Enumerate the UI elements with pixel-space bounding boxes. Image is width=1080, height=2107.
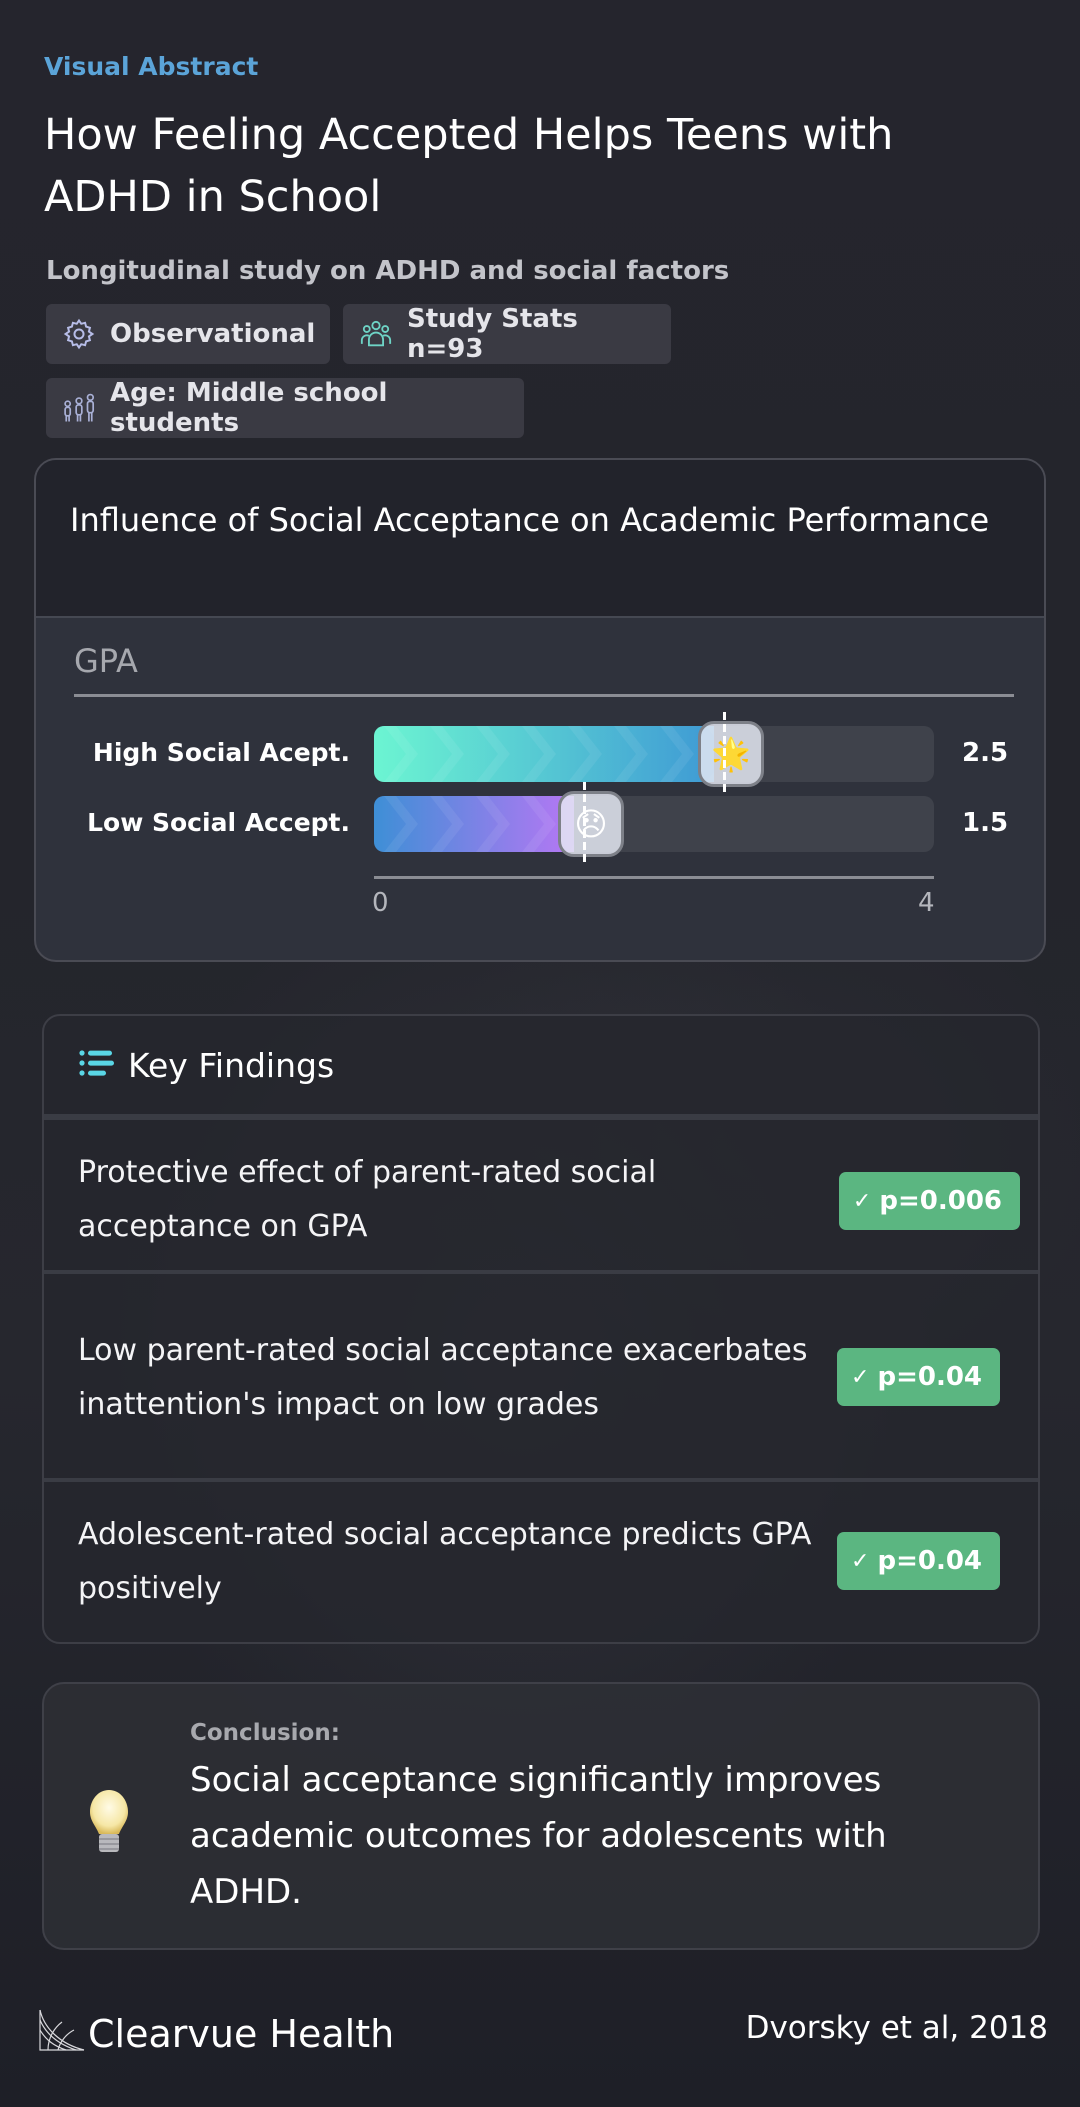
eyebrow-label: Visual Abstract [44, 52, 259, 81]
page-title: How Feeling Accepted Helps Teens with AD… [44, 110, 894, 222]
people-group-icon [359, 317, 393, 351]
metric-divider [74, 694, 1014, 697]
bar-track [374, 796, 934, 852]
check-icon: ✓ [851, 1364, 870, 1390]
p-value: p=0.006 [879, 1186, 1002, 1216]
chip-label: Age: Middle school students [110, 378, 388, 438]
gear-icon [62, 317, 96, 351]
finding-text: Adolescent-rated social acceptance predi… [78, 1517, 812, 1606]
value-marker-line [583, 782, 586, 866]
citation: Dvorsky et al, 2018 [745, 2010, 1048, 2046]
bar-category-label: High Social Acept. [92, 738, 350, 767]
bar-track [374, 726, 934, 782]
chip-label: Observational [110, 319, 316, 349]
chart-card-header: Influence of Social Acceptance on Academ… [36, 460, 1044, 618]
value-marker-line [723, 712, 726, 796]
x-tick-label: 0 [372, 888, 389, 918]
conclusion-text: Social acceptance significantly improves… [190, 1760, 887, 1912]
finding-text: Protective effect of parent-rated social… [78, 1155, 657, 1244]
significance-badge: ✓ p=0.04 [837, 1532, 1000, 1590]
check-icon: ✓ [851, 1548, 870, 1574]
finding-item: Low parent-rated social acceptance exace… [44, 1274, 1038, 1482]
chip-age: Age: Middle school students [46, 378, 524, 438]
star-marker-icon: 🌟 [698, 721, 764, 787]
sad-face-marker-icon: 😞 [558, 791, 624, 857]
chart-title: Influence of Social Acceptance on Academ… [70, 501, 990, 539]
list-icon [78, 1048, 114, 1082]
p-value: p=0.04 [877, 1362, 982, 1392]
brand-name: Clearvue Health [88, 2012, 395, 2056]
chip-label: Study Stats n=93 [407, 304, 578, 364]
bar-value-label: 2.5 [962, 738, 1009, 768]
chart-card: Influence of Social Acceptance on Academ… [34, 458, 1046, 962]
lightbulb-icon [86, 1788, 132, 1858]
metric-label: GPA [74, 642, 138, 680]
key-findings-card: Key Findings Protective effect of parent… [42, 1014, 1040, 1644]
bar [374, 796, 574, 852]
conclusion-card: Conclusion: Social acceptance significan… [42, 1682, 1040, 1950]
bar [374, 726, 714, 782]
check-icon: ✓ [852, 1188, 872, 1214]
brand-logo: Clearvue Health [38, 2006, 394, 2056]
x-tick-label: 4 [918, 888, 935, 918]
subtitle: Longitudinal study on ADHD and social fa… [46, 256, 730, 286]
significance-badge: ✓ p=0.04 [837, 1348, 1000, 1406]
p-value: p=0.04 [877, 1546, 982, 1576]
chip-study-stats: Study Stats n=93 [343, 304, 671, 364]
bar-category-label: Low Social Accept. [87, 808, 350, 837]
finding-item: Protective effect of parent-rated social… [44, 1126, 1038, 1274]
chip-study-type: Observational [46, 304, 330, 364]
logo-mark-icon [38, 2006, 86, 2056]
significance-badge: ✓ p=0.006 [838, 1172, 1020, 1230]
family-icon [62, 391, 96, 425]
key-findings-title: Key Findings [128, 1045, 335, 1085]
key-findings-header: Key Findings [44, 1016, 1038, 1120]
x-axis-line [374, 876, 934, 879]
bar-value-label: 1.5 [962, 808, 1009, 838]
finding-item: Adolescent-rated social acceptance predi… [44, 1482, 1038, 1642]
conclusion-label: Conclusion: [190, 1720, 340, 1746]
finding-text: Low parent-rated social acceptance exace… [78, 1333, 808, 1422]
